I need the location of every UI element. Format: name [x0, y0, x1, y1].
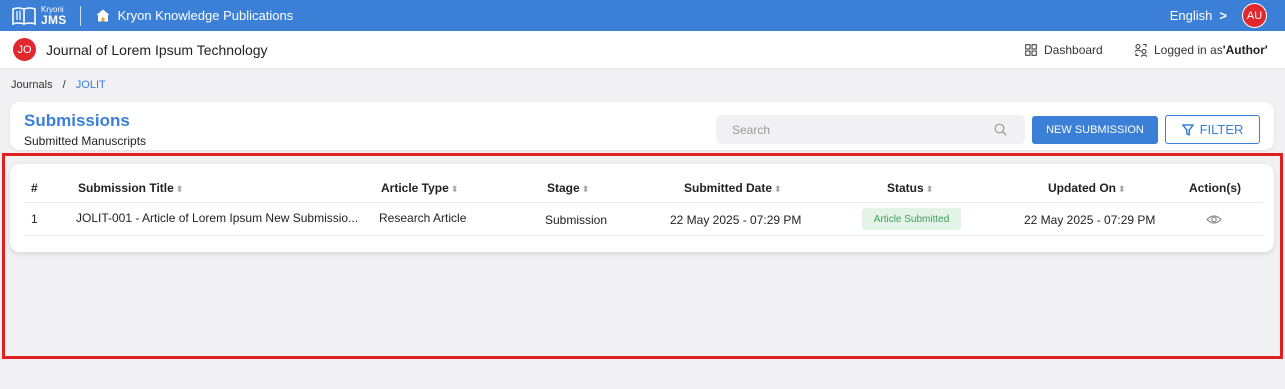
column-header-article-type-label: Article Type — [381, 181, 449, 195]
breadcrumb-separator: / — [62, 79, 66, 91]
column-header-actions-label: Action(s) — [1189, 181, 1241, 195]
cell-updated-on: 22 May 2025 - 07:29 PM — [1024, 213, 1156, 227]
app-logo[interactable]: Kryoni JMS — [11, 0, 67, 31]
column-header-number: # — [31, 181, 38, 195]
sort-icon[interactable]: ⬍ — [1118, 184, 1126, 194]
submissions-header-card: Submissions Submitted Manuscripts NEW SU… — [10, 102, 1274, 150]
column-header-stage[interactable]: Stage ⬍ — [547, 181, 589, 195]
language-selector[interactable]: English > — [1170, 0, 1227, 31]
page-title: Submissions — [24, 111, 130, 130]
logo-big-text: JMS — [41, 12, 67, 27]
chevron-right-icon: > — [1219, 8, 1227, 23]
dashboard-label: Dashboard — [1044, 42, 1103, 57]
breadcrumb-current[interactable]: JOLIT — [76, 79, 106, 91]
cell-article-type: Research Article — [379, 211, 467, 225]
grid-icon — [1025, 43, 1037, 56]
book-logo-icon — [12, 6, 36, 25]
sort-icon[interactable]: ⬍ — [176, 184, 184, 194]
search-icon[interactable] — [994, 123, 1007, 136]
filter-label: FILTER — [1199, 122, 1244, 137]
column-header-stage-label: Stage — [547, 181, 580, 195]
journal-avatar: JO — [13, 38, 36, 61]
page-subtitle: Submitted Manuscripts — [24, 134, 147, 148]
breadcrumb: Journals / JOLIT — [11, 79, 106, 91]
cell-stage: Submission — [545, 213, 608, 227]
journal-title: Journal of Lorem Ipsum Technology — [46, 41, 268, 58]
column-header-updated-on[interactable]: Updated On ⬍ — [1048, 181, 1126, 195]
language-label: English — [1169, 8, 1213, 23]
filter-button[interactable]: FILTER — [1165, 115, 1260, 144]
user-switch-icon — [1134, 43, 1148, 57]
sort-icon[interactable]: ⬍ — [926, 184, 934, 194]
cell-submitted-date: 22 May 2025 - 07:29 PM — [670, 213, 802, 227]
row-divider — [24, 235, 1262, 236]
column-header-article-type[interactable]: Article Type ⬍ — [381, 181, 458, 195]
eye-icon[interactable] — [1206, 214, 1222, 225]
dashboard-link[interactable]: Dashboard — [1025, 31, 1103, 68]
user-avatar[interactable]: AU — [1242, 3, 1267, 28]
breadcrumb-journals[interactable]: Journals — [11, 79, 53, 91]
submissions-table: # Submission Title ⬍ Article Type ⬍ Stage ⬍… — [10, 164, 1274, 252]
sort-icon[interactable]: ⬍ — [774, 184, 782, 194]
publisher-link[interactable]: Kryon Knowledge Publications — [96, 8, 294, 23]
journal-header: JO Journal of Lorem Ipsum Technology Das… — [0, 31, 1285, 68]
column-header-title[interactable]: Submission Title ⬍ — [78, 181, 183, 195]
column-header-number-label: # — [31, 181, 38, 195]
top-navbar: Kryoni JMS Kryon Knowledge Publications … — [0, 0, 1285, 31]
column-header-updated-on-label: Updated On — [1048, 181, 1116, 195]
publisher-name: Kryon Knowledge Publications — [117, 8, 294, 23]
new-submission-button[interactable]: NEW SUBMISSION — [1032, 116, 1158, 144]
logged-in-role: 'Author' — [1222, 42, 1268, 57]
column-header-status[interactable]: Status ⬍ — [887, 181, 933, 195]
home-icon — [96, 9, 110, 22]
filter-icon — [1181, 123, 1194, 136]
column-header-submitted-date-label: Submitted Date — [684, 181, 773, 195]
search-input[interactable] — [716, 115, 976, 144]
column-header-actions: Action(s) — [1189, 181, 1241, 195]
cell-submission-title[interactable]: JOLIT-001 - Article of Lorem Ipsum New S… — [76, 211, 358, 225]
column-header-title-label: Submission Title — [78, 181, 174, 195]
column-header-submitted-date[interactable]: Submitted Date ⬍ — [684, 181, 782, 195]
sort-icon[interactable]: ⬍ — [451, 184, 459, 194]
column-header-status-label: Status — [887, 181, 924, 195]
sort-icon[interactable]: ⬍ — [582, 184, 590, 194]
logged-in-status: Logged in as 'Author' — [1134, 31, 1268, 68]
logged-in-prefix: Logged in as — [1154, 42, 1223, 57]
status-badge: Article Submitted — [862, 208, 961, 230]
search-box — [716, 115, 1025, 144]
cell-number: 1 — [31, 212, 38, 226]
header-divider — [24, 202, 1262, 203]
topbar-divider — [79, 5, 81, 26]
